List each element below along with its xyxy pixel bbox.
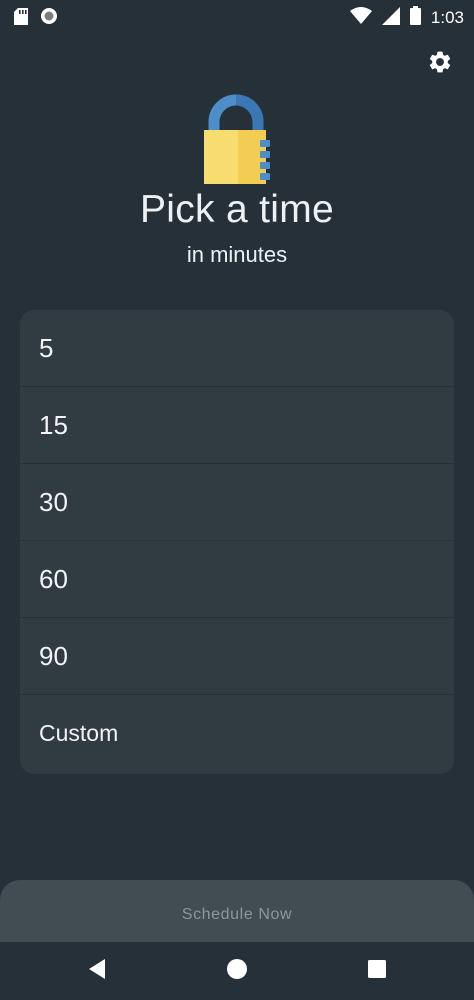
home-button[interactable] bbox=[222, 956, 252, 986]
circle-notification-icon bbox=[40, 7, 58, 30]
sd-card-icon bbox=[14, 7, 28, 30]
option-60-minutes[interactable]: 60 bbox=[20, 541, 454, 618]
gear-icon bbox=[427, 49, 453, 80]
screen: 1:03 Pick a time in minutes 5 15 30 60 9… bbox=[0, 0, 474, 1000]
option-5-minutes[interactable]: 5 bbox=[20, 310, 454, 387]
navigation-bar bbox=[0, 942, 474, 1000]
option-90-minutes[interactable]: 90 bbox=[20, 618, 454, 695]
recents-button[interactable] bbox=[362, 956, 392, 986]
option-custom[interactable]: Custom bbox=[20, 695, 454, 772]
time-options-list: 5 15 30 60 90 Custom bbox=[20, 310, 454, 774]
wifi-icon bbox=[349, 6, 372, 30]
status-time: 1:03 bbox=[430, 8, 464, 27]
schedule-now-button[interactable]: Schedule Now bbox=[0, 880, 474, 950]
padlock-icon bbox=[198, 94, 278, 188]
signal-icon bbox=[381, 6, 400, 30]
back-icon bbox=[87, 958, 107, 985]
option-15-minutes[interactable]: 15 bbox=[20, 387, 454, 464]
page-title: Pick a time bbox=[139, 188, 334, 231]
battery-icon bbox=[409, 6, 421, 30]
settings-button[interactable] bbox=[424, 48, 456, 80]
status-bar-left bbox=[14, 7, 58, 30]
page-subtitle: in minutes bbox=[186, 242, 288, 267]
status-bar-right: 1:03 bbox=[349, 6, 464, 30]
back-button[interactable] bbox=[82, 956, 112, 986]
status-bar: 1:03 bbox=[0, 0, 474, 32]
home-icon bbox=[226, 958, 248, 985]
option-30-minutes[interactable]: 30 bbox=[20, 464, 454, 541]
recents-icon bbox=[367, 959, 387, 984]
